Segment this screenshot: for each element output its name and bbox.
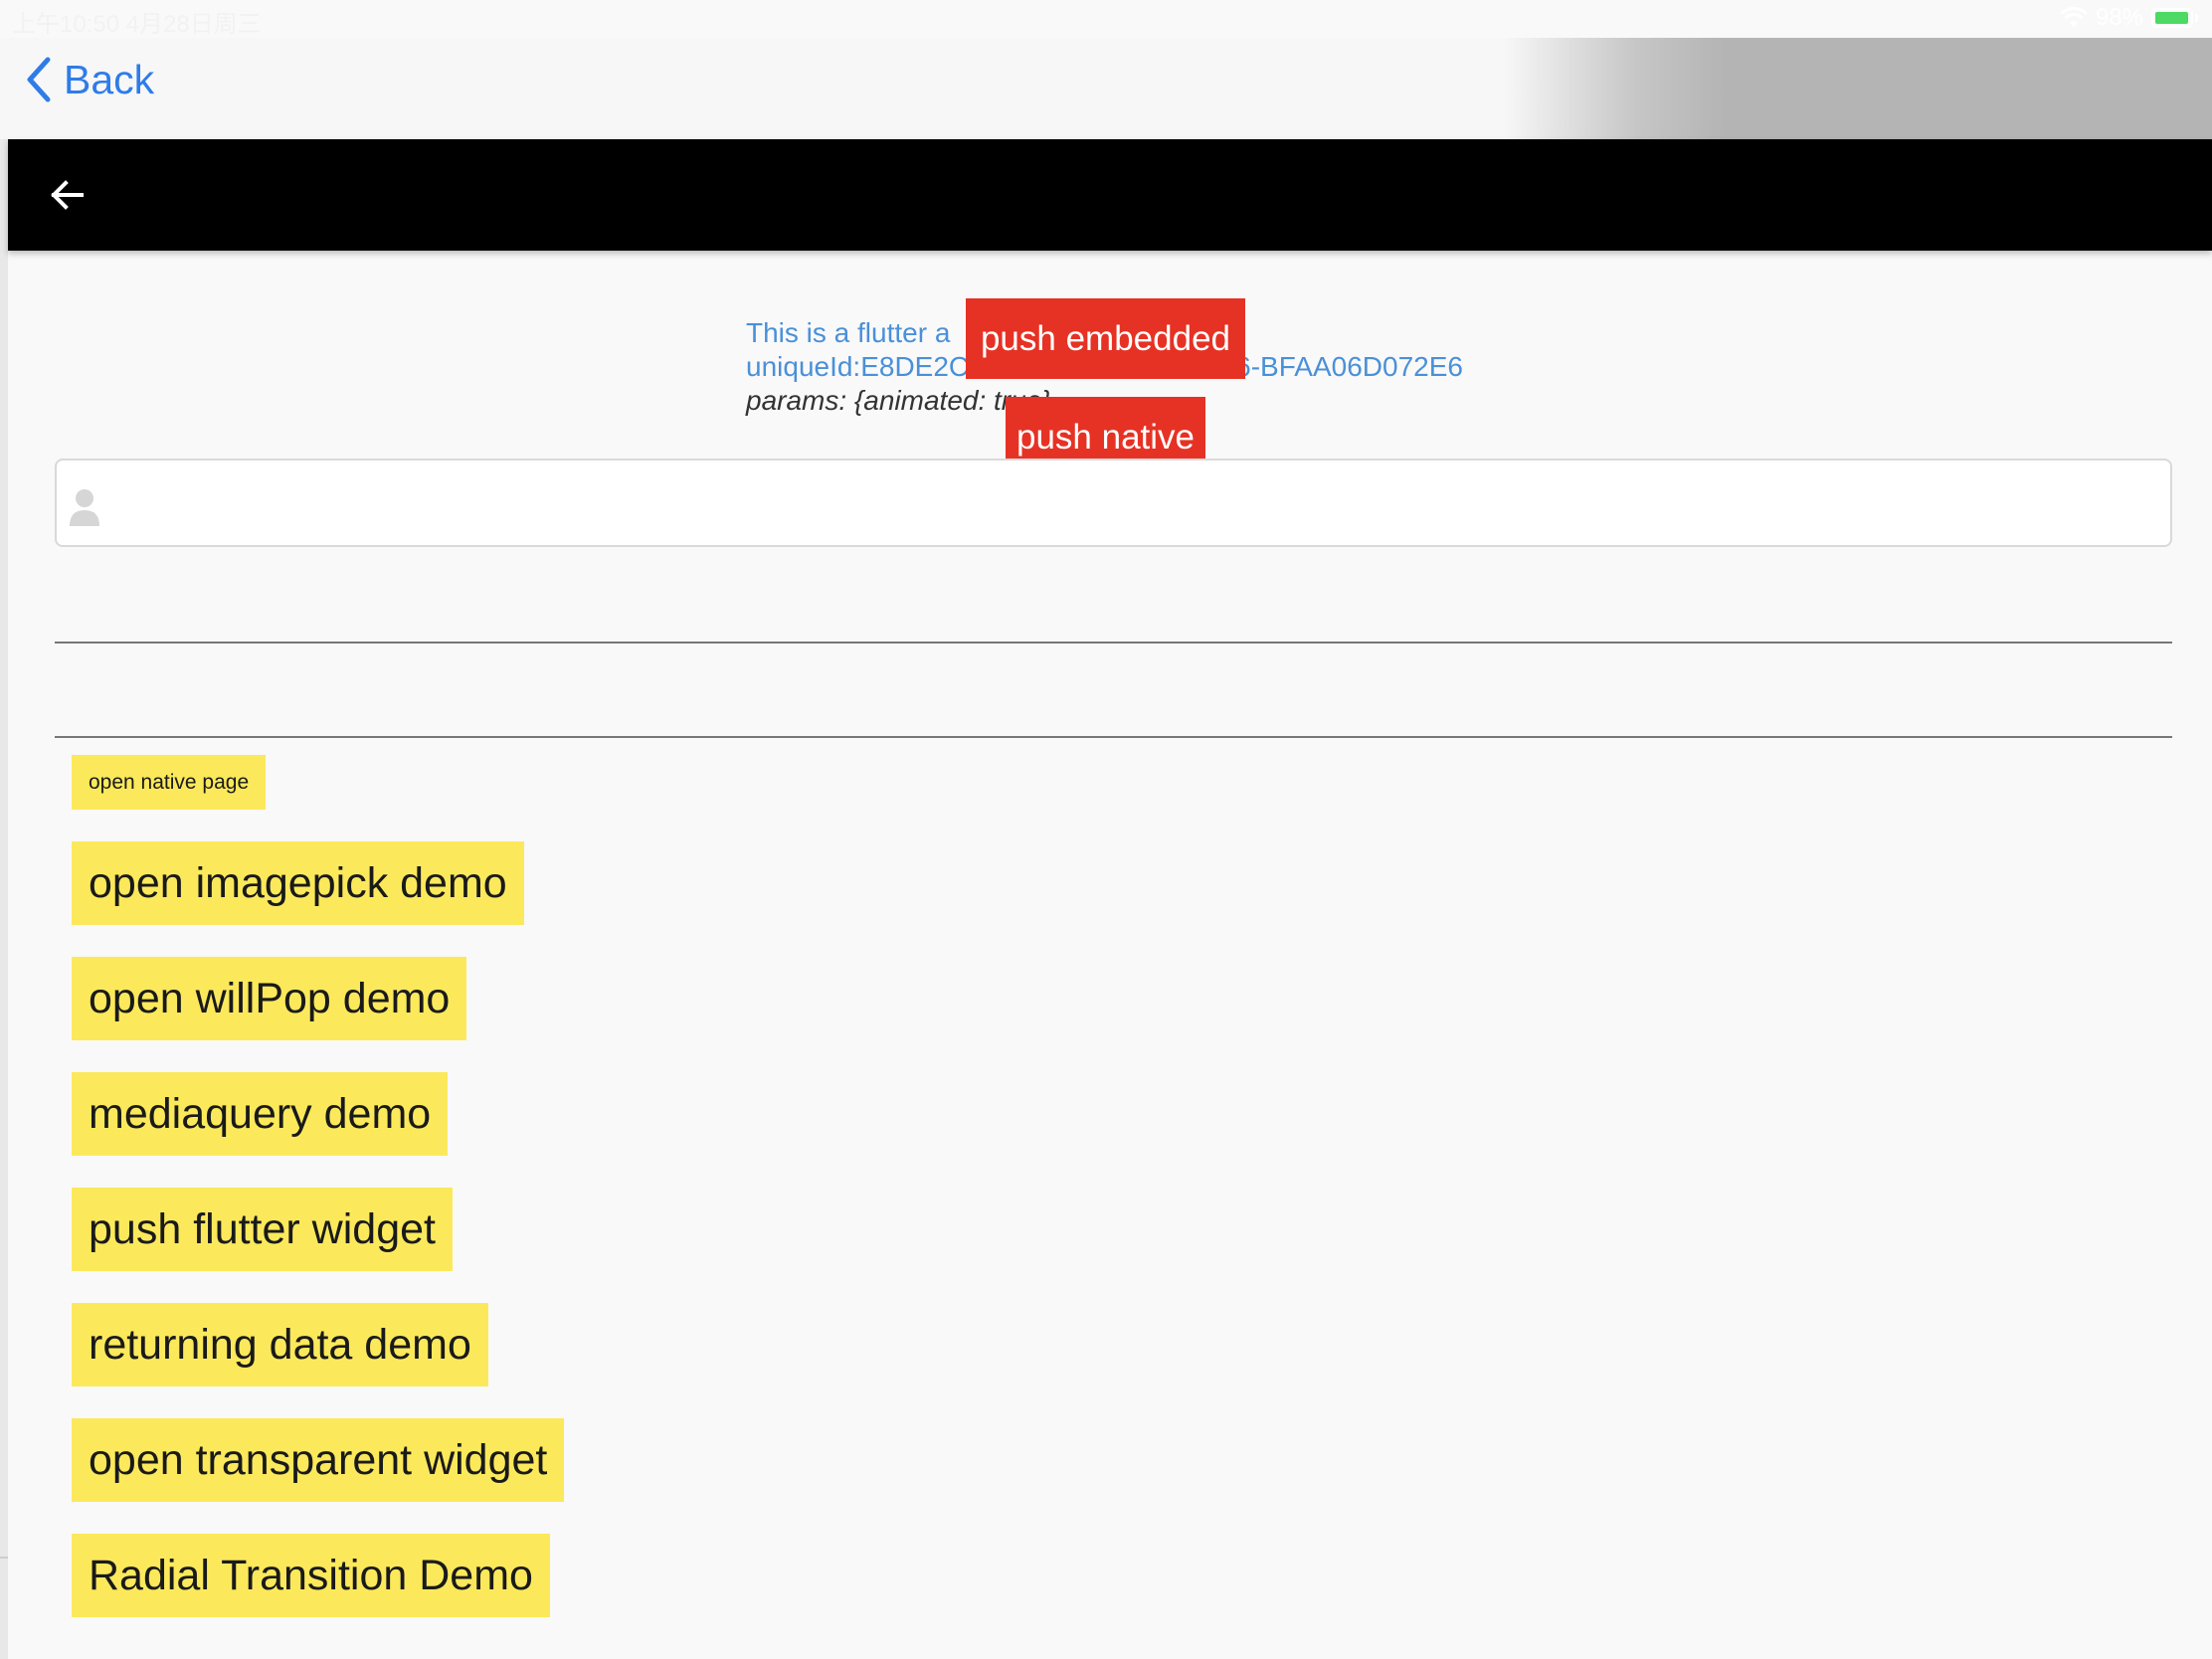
battery-percent: 98%	[2095, 4, 2143, 31]
person-icon	[70, 489, 99, 526]
text-input[interactable]	[55, 459, 2172, 547]
mediaquery-demo-button[interactable]: mediaquery demo	[72, 1072, 449, 1156]
chevron-left-icon	[27, 57, 51, 102]
open-native-page-button[interactable]: open native page	[72, 755, 267, 810]
status-time: 上午10:50 4月28日周三	[12, 11, 262, 38]
unique-id-start: uniqueId:E8DE2C	[746, 351, 970, 382]
push-flutter-widget-button[interactable]: push flutter widget	[72, 1188, 453, 1271]
back-button-label: Back	[64, 56, 155, 102]
battery-icon	[2151, 8, 2193, 28]
arrow-left-icon[interactable]	[48, 175, 88, 215]
left-edge-strip	[0, 139, 8, 1659]
open-imagepick-demo-button[interactable]: open imagepick demo	[72, 841, 524, 925]
returning-data-demo-button[interactable]: returning data demo	[72, 1303, 488, 1386]
battery-level-fill	[2155, 12, 2189, 24]
navigation-bar: Back	[0, 38, 2212, 139]
left-edge-divider	[0, 1557, 8, 1559]
wifi-icon	[2060, 7, 2088, 27]
back-button[interactable]: Back	[24, 56, 154, 103]
text-field-underline-2[interactable]	[55, 736, 2172, 738]
text-field-underline-1[interactable]	[55, 642, 2172, 644]
status-indicators: 98%	[2060, 4, 2198, 32]
status-bar: 上午10:50 4月28日周三 98%	[0, 0, 2212, 38]
battery-tip	[2195, 14, 2198, 22]
open-transparent-widget-button[interactable]: open transparent widget	[72, 1418, 565, 1502]
unique-id-end: 6-BFAA06D072E6	[1235, 351, 1463, 382]
open-willpop-demo-button[interactable]: open willPop demo	[72, 957, 467, 1040]
app-bar	[8, 139, 2212, 251]
radial-transition-demo-button[interactable]: Radial Transition Demo	[72, 1534, 550, 1617]
push-embedded-button[interactable]: push embedded	[966, 298, 1245, 379]
